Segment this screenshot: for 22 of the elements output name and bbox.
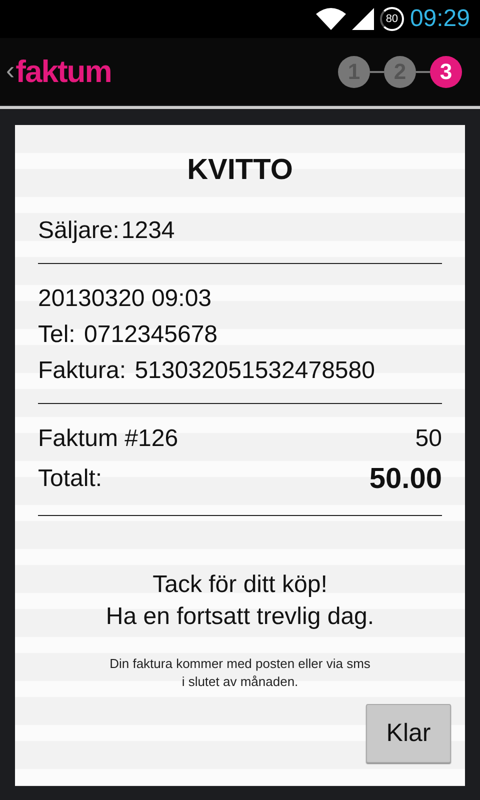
item-amount: 50 <box>415 424 442 454</box>
signal-icon <box>352 8 374 30</box>
back-chevron[interactable]: ‹ <box>6 56 15 82</box>
phone-label: Tel: <box>38 321 76 348</box>
thank-you-message: Tack för ditt köp! Ha en fortsatt trevlig dag. <box>104 570 376 632</box>
total-amount: 50.00 <box>369 462 442 497</box>
clock: 09:29 <box>410 5 470 33</box>
invoice-number: 513032051532478580 <box>134 357 375 384</box>
logo: faktum <box>16 54 112 90</box>
phone-number: 0712345678 <box>84 321 218 348</box>
seller-number: 1234 <box>121 217 175 244</box>
item-name: Faktum #126 <box>38 424 178 454</box>
total-label: Totalt: <box>38 464 102 494</box>
seller-label: Säljare: <box>38 217 120 244</box>
invoice-label: Faktura: <box>38 357 126 384</box>
done-button[interactable]: Klar <box>366 704 451 763</box>
receipt-title: KVITTO <box>186 153 294 188</box>
wifi-icon <box>316 8 346 30</box>
battery-level: 80 <box>380 7 404 31</box>
date-time: 20130320 09:03 <box>38 284 213 314</box>
step-indicator: 3 <box>430 56 462 88</box>
delivery-note: Din faktura kommer med posten eller via sms i slutet av månaden. <box>108 655 372 691</box>
